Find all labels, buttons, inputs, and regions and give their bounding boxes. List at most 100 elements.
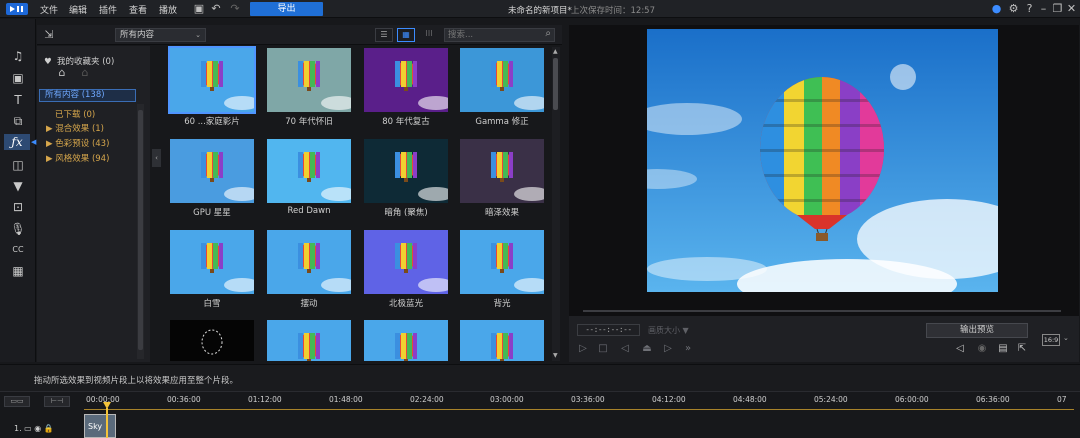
help-icon[interactable]: ? <box>1023 2 1036 16</box>
grid-scrollbar-thumb[interactable] <box>553 58 558 110</box>
effect-label: 暗角 (聚焦) <box>384 208 428 218</box>
playhead-line <box>106 408 108 438</box>
media-room-icon[interactable]: ♫ <box>8 48 28 64</box>
effect-label: 摆动 <box>300 299 318 309</box>
stop-icon[interactable]: □ <box>596 342 610 356</box>
snapshot-icon[interactable]: ⏏ <box>640 342 654 356</box>
effect-thumbnail[interactable] <box>267 230 351 294</box>
balloon-thumbnail-icon <box>298 152 351 201</box>
minimize-icon[interactable]: – <box>1037 2 1050 16</box>
subtitles-icon[interactable]: ▤ <box>996 342 1010 356</box>
effect-thumbnail[interactable] <box>267 48 351 112</box>
timeline-fit-button[interactable]: ⊢⊣ <box>44 396 70 407</box>
menu-edit[interactable]: 编辑 <box>69 3 87 16</box>
collapse-panel-button[interactable]: ‹ <box>152 149 161 167</box>
settings-gear-icon[interactable]: ⚙ <box>1007 2 1020 16</box>
effect-thumbnail[interactable] <box>364 139 448 203</box>
category-scrollbar-thumb[interactable] <box>138 110 143 350</box>
category-downloaded[interactable]: 已下载 (0) <box>55 108 95 120</box>
category-color-preset[interactable]: ▶ 色彩预设 (43) <box>46 137 109 149</box>
effect-thumbnail[interactable] <box>364 48 448 112</box>
category-blend[interactable]: ▶ 混合效果 (1) <box>46 122 104 134</box>
effect-room-icon[interactable]: ƒx <box>4 134 30 150</box>
timeline-tick-label: 06:00:00 <box>895 395 929 404</box>
effect-thumbnail[interactable] <box>170 230 254 294</box>
account-icon[interactable]: ● <box>990 2 1003 16</box>
effect-thumbnail[interactable] <box>267 320 351 361</box>
dropdown-value: 所有内容 <box>120 30 155 40</box>
category-style[interactable]: ▶ 风格效果 (94) <box>46 152 109 164</box>
output-preview-button[interactable]: 输出预览 <box>926 323 1028 338</box>
pip-room-icon[interactable]: ◫ <box>8 157 28 173</box>
add-tag-icon[interactable]: ⌂ <box>55 66 69 80</box>
menu-file[interactable]: 文件 <box>40 3 58 16</box>
timecode-field[interactable]: --:--:--:-- <box>577 324 640 336</box>
undo-icon[interactable]: ↶ <box>209 2 223 16</box>
effect-thumbnail[interactable] <box>460 230 544 294</box>
effect-thumbnail[interactable] <box>460 320 544 361</box>
search-placeholder: 搜索... <box>448 30 474 40</box>
transition-room-icon[interactable]: ⧉ <box>8 113 28 129</box>
export-button[interactable]: 导出 <box>250 2 323 16</box>
effect-thumbnail[interactable] <box>364 230 448 294</box>
next-frame-icon[interactable]: ▷ <box>661 342 675 356</box>
menu-view[interactable]: 查看 <box>129 3 147 16</box>
effect-label: 暗泽效果 <box>484 208 519 218</box>
subtitle-room-icon[interactable]: ⊡ <box>8 199 28 215</box>
save-icon[interactable]: ▣ <box>192 2 206 16</box>
menu-plugins[interactable]: 插件 <box>99 3 117 16</box>
previous-frame-icon[interactable]: ◁ <box>618 342 632 356</box>
effect-thumbnail[interactable] <box>267 139 351 203</box>
effect-thumbnail[interactable] <box>170 320 254 361</box>
particle-room-icon[interactable]: ▼ <box>8 178 28 194</box>
category-all[interactable]: 所有内容 (138) <box>39 89 136 102</box>
fast-forward-icon[interactable]: » <box>681 342 695 356</box>
effect-thumbnail[interactable] <box>460 139 544 203</box>
effect-thumbnail[interactable] <box>170 139 254 203</box>
app-logo-icon <box>6 3 28 15</box>
timeline-tick-label: 00:36:00 <box>167 395 201 404</box>
preview-seek-bar[interactable] <box>583 310 1061 312</box>
remove-tag-icon[interactable]: ⌂ <box>78 66 92 80</box>
effect-label: 背光 <box>493 299 511 309</box>
grid-view-button[interactable]: ⁝⁝⁝ <box>420 28 438 42</box>
video-room-icon[interactable]: ▣ <box>8 70 28 86</box>
detail-view-button[interactable]: ▦ <box>397 28 415 42</box>
timeline-tick-label: 07 <box>1057 395 1067 404</box>
quality-dropdown[interactable]: 画质大小 ▼ <box>648 325 689 336</box>
effect-label: 80 年代复古 <box>382 117 430 127</box>
camera-icon[interactable]: ◉ <box>975 342 989 356</box>
volume-icon[interactable]: ◁ <box>953 342 967 356</box>
storyboard-view-button[interactable]: ▭▭ <box>4 396 30 407</box>
balloon-thumbnail-icon <box>201 152 254 201</box>
active-room-arrow-icon: ◀ <box>31 138 37 146</box>
timeline-tick-label: 04:12:00 <box>652 395 686 404</box>
list-view-button[interactable]: ☰ <box>375 28 393 42</box>
effect-thumbnail[interactable] <box>364 320 448 361</box>
close-icon[interactable]: ✕ <box>1065 2 1078 16</box>
menu-playback[interactable]: 播放 <box>159 3 177 16</box>
play-icon[interactable]: ▷ <box>576 342 590 356</box>
restore-icon[interactable]: ❐ <box>1051 2 1064 16</box>
undock-icon[interactable]: ⇱ <box>1015 342 1029 356</box>
effect-thumbnail[interactable] <box>460 48 544 112</box>
timeline-clip[interactable]: Sky <box>84 414 116 438</box>
balloon-thumbnail-icon <box>298 61 351 110</box>
track-label: 1. <box>14 424 22 433</box>
scroll-up-icon[interactable]: ▲ <box>553 48 558 55</box>
chapter-room-icon[interactable]: ▦ <box>8 263 28 279</box>
balloon-thumbnail-icon <box>395 243 448 292</box>
aspect-chevron-down-icon[interactable]: ⌄ <box>1063 334 1069 342</box>
search-input[interactable]: 搜索... ⌕ <box>444 28 555 42</box>
timeline-tick-label: 02:24:00 <box>410 395 444 404</box>
redo-icon[interactable]: ↷ <box>228 2 242 16</box>
aspect-ratio-button[interactable]: 16:9 <box>1042 334 1060 346</box>
scroll-down-icon[interactable]: ▼ <box>553 352 558 359</box>
title-room-icon[interactable]: T <box>8 92 28 108</box>
clip-label: Sky <box>88 422 103 431</box>
import-icon[interactable]: ⇲ <box>42 28 56 42</box>
content-filter-dropdown[interactable]: 所有内容 ⌄ <box>115 28 206 42</box>
caption-room-icon[interactable]: CC <box>8 242 28 258</box>
effect-thumbnail[interactable] <box>168 46 256 114</box>
voice-record-icon[interactable]: 🎙 <box>8 221 28 237</box>
